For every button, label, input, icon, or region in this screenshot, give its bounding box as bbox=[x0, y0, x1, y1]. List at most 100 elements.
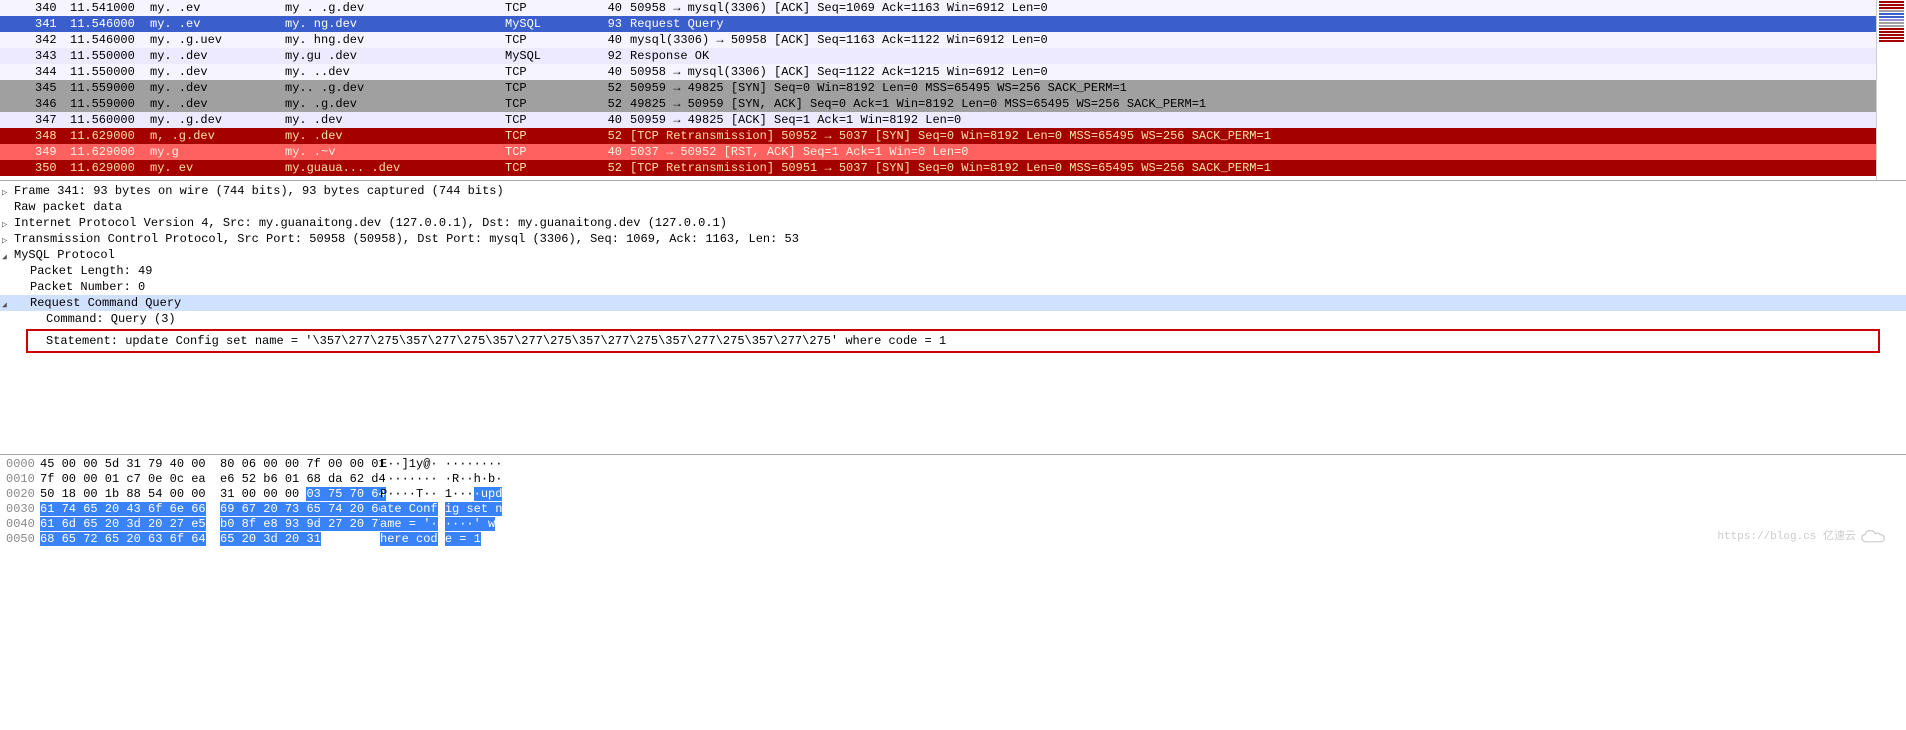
minimap-bar[interactable] bbox=[1879, 28, 1904, 30]
tree-command: Command: Query (3) bbox=[0, 311, 1906, 327]
packet-list-panel: 34011.541000my. .evmy . .g.devTCP4050958… bbox=[0, 0, 1906, 181]
minimap-bar[interactable] bbox=[1879, 37, 1904, 39]
col-info: 50958 → mysql(3306) [ACK] Seq=1122 Ack=1… bbox=[630, 64, 1876, 80]
col-source: my. ev bbox=[150, 160, 285, 176]
col-destination: my. .dev bbox=[285, 112, 505, 128]
col-source: m, .g.dev bbox=[150, 128, 285, 144]
minimap-bar[interactable] bbox=[1879, 13, 1904, 15]
hex-line[interactable]: 004061 6d 65 20 3d 20 27 e5 b0 8f e8 93 … bbox=[0, 517, 1906, 532]
hex-offset: 0010 bbox=[0, 472, 40, 487]
hex-line[interactable]: 005068 65 72 65 20 63 6f 64 65 20 3d 20 … bbox=[0, 532, 1906, 547]
col-source: my. .ev bbox=[150, 0, 285, 16]
col-destination: my . .g.dev bbox=[285, 0, 505, 16]
packet-row[interactable]: 34611.559000my. .devmy. .g.devTCP5249825… bbox=[0, 96, 1876, 112]
packet-row[interactable]: 34511.559000my. .devmy.. .g.devTCP525095… bbox=[0, 80, 1876, 96]
packet-row[interactable]: 34111.546000my. .evmy. ng.devMySQL93Requ… bbox=[0, 16, 1876, 32]
minimap-bar[interactable] bbox=[1879, 19, 1904, 21]
col-time: 11.541000 bbox=[70, 0, 150, 16]
minimap-bar[interactable] bbox=[1879, 4, 1904, 6]
hex-offset: 0000 bbox=[0, 457, 40, 472]
minimap-bar[interactable] bbox=[1879, 1, 1904, 3]
col-no: 344 bbox=[0, 64, 70, 80]
col-no: 350 bbox=[0, 160, 70, 176]
col-no: 349 bbox=[0, 144, 70, 160]
packet-row[interactable]: 34811.629000m, .g.devmy. .devTCP52[TCP R… bbox=[0, 128, 1876, 144]
tree-mysql[interactable]: MySQL Protocol bbox=[0, 247, 1906, 263]
hex-line[interactable]: 00107f 00 00 01 c7 0e 0c ea e6 52 b6 01 … bbox=[0, 472, 1906, 487]
col-time: 11.559000 bbox=[70, 96, 150, 112]
col-time: 11.550000 bbox=[70, 48, 150, 64]
col-destination: my. ng.dev bbox=[285, 16, 505, 32]
col-protocol: TCP bbox=[505, 32, 585, 48]
col-protocol: TCP bbox=[505, 0, 585, 16]
watermark: https://blog.cs 亿速云 bbox=[1717, 529, 1886, 545]
hex-offset: 0050 bbox=[0, 532, 40, 547]
minimap-bar[interactable] bbox=[1879, 34, 1904, 36]
minimap-bar[interactable] bbox=[1879, 7, 1904, 9]
packet-row[interactable]: 34711.560000my. .g.devmy. .devTCP4050959… bbox=[0, 112, 1876, 128]
col-protocol: TCP bbox=[505, 96, 585, 112]
tree-ip[interactable]: Internet Protocol Version 4, Src: my.gua… bbox=[0, 215, 1906, 231]
col-destination: my.. .g.dev bbox=[285, 80, 505, 96]
col-no: 347 bbox=[0, 112, 70, 128]
col-length: 52 bbox=[585, 128, 630, 144]
col-protocol: TCP bbox=[505, 128, 585, 144]
col-info: mysql(3306) → 50958 [ACK] Seq=1163 Ack=1… bbox=[630, 32, 1876, 48]
packet-row[interactable]: 34411.550000my. .devmy. ..devTCP4050958 … bbox=[0, 64, 1876, 80]
hex-offset: 0040 bbox=[0, 517, 40, 532]
col-destination: my. hng.dev bbox=[285, 32, 505, 48]
hex-dump-panel[interactable]: 000045 00 00 5d 31 79 40 00 80 06 00 00 … bbox=[0, 455, 1906, 549]
minimap-bar[interactable] bbox=[1879, 40, 1904, 42]
hex-line[interactable]: 000045 00 00 5d 31 79 40 00 80 06 00 00 … bbox=[0, 457, 1906, 472]
hex-line[interactable]: 002050 18 00 1b 88 54 00 00 31 00 00 00 … bbox=[0, 487, 1906, 502]
col-protocol: MySQL bbox=[505, 48, 585, 64]
col-length: 52 bbox=[585, 96, 630, 112]
tree-statement: Statement: update Config set name = '\35… bbox=[46, 333, 1860, 349]
hex-line[interactable]: 003061 74 65 20 43 6f 6e 66 69 67 20 73 … bbox=[0, 502, 1906, 517]
packet-row[interactable]: 35011.629000my. evmy.guaua... .devTCP52[… bbox=[0, 160, 1876, 176]
col-time: 11.560000 bbox=[70, 112, 150, 128]
packet-row[interactable]: 34311.550000my. .devmy.gu .devMySQL92Res… bbox=[0, 48, 1876, 64]
col-destination: my.gu .dev bbox=[285, 48, 505, 64]
col-length: 40 bbox=[585, 112, 630, 128]
tree-tcp[interactable]: Transmission Control Protocol, Src Port:… bbox=[0, 231, 1906, 247]
col-length: 40 bbox=[585, 0, 630, 16]
col-length: 40 bbox=[585, 32, 630, 48]
col-destination: my. ..dev bbox=[285, 64, 505, 80]
col-time: 11.629000 bbox=[70, 160, 150, 176]
minimap[interactable] bbox=[1876, 0, 1906, 180]
col-info: 49825 → 50959 [SYN, ACK] Seq=0 Ack=1 Win… bbox=[630, 96, 1876, 112]
packet-rows[interactable]: 34011.541000my. .evmy . .g.devTCP4050958… bbox=[0, 0, 1876, 180]
tree-request-command[interactable]: Request Command Query bbox=[0, 295, 1906, 311]
col-no: 345 bbox=[0, 80, 70, 96]
col-info: [TCP Retransmission] 50951 → 5037 [SYN] … bbox=[630, 160, 1876, 176]
packet-row[interactable]: 34211.546000my. .g.uevmy. hng.devTCP40my… bbox=[0, 32, 1876, 48]
minimap-bar[interactable] bbox=[1879, 31, 1904, 33]
col-protocol: TCP bbox=[505, 112, 585, 128]
col-source: my. .dev bbox=[150, 80, 285, 96]
minimap-bar[interactable] bbox=[1879, 22, 1904, 24]
col-length: 40 bbox=[585, 64, 630, 80]
col-info: [TCP Retransmission] 50952 → 5037 [SYN] … bbox=[630, 128, 1876, 144]
col-length: 92 bbox=[585, 48, 630, 64]
packet-row[interactable]: 34011.541000my. .evmy . .g.devTCP4050958… bbox=[0, 0, 1876, 16]
details-spacer bbox=[0, 355, 1906, 450]
col-protocol: TCP bbox=[505, 160, 585, 176]
col-no: 346 bbox=[0, 96, 70, 112]
col-destination: my. .~v bbox=[285, 144, 505, 160]
minimap-bar[interactable] bbox=[1879, 10, 1904, 12]
tree-frame[interactable]: Frame 341: 93 bytes on wire (744 bits), … bbox=[0, 183, 1906, 199]
col-info: 50959 → 49825 [SYN] Seq=0 Win=8192 Len=0… bbox=[630, 80, 1876, 96]
packet-row[interactable]: 34911.629000my.g my. .~vTCP405037 → 5095… bbox=[0, 144, 1876, 160]
minimap-bar[interactable] bbox=[1879, 25, 1904, 27]
tree-packet-length: Packet Length: 49 bbox=[0, 263, 1906, 279]
col-info: Response OK bbox=[630, 48, 1876, 64]
col-source: my. .g.uev bbox=[150, 32, 285, 48]
statement-highlight-box: Statement: update Config set name = '\35… bbox=[26, 329, 1880, 353]
col-info: 50958 → mysql(3306) [ACK] Seq=1069 Ack=1… bbox=[630, 0, 1876, 16]
col-info: 5037 → 50952 [RST, ACK] Seq=1 Ack=1 Win=… bbox=[630, 144, 1876, 160]
minimap-bar[interactable] bbox=[1879, 16, 1904, 18]
col-length: 40 bbox=[585, 144, 630, 160]
hex-offset: 0020 bbox=[0, 487, 40, 502]
col-source: my. .dev bbox=[150, 96, 285, 112]
